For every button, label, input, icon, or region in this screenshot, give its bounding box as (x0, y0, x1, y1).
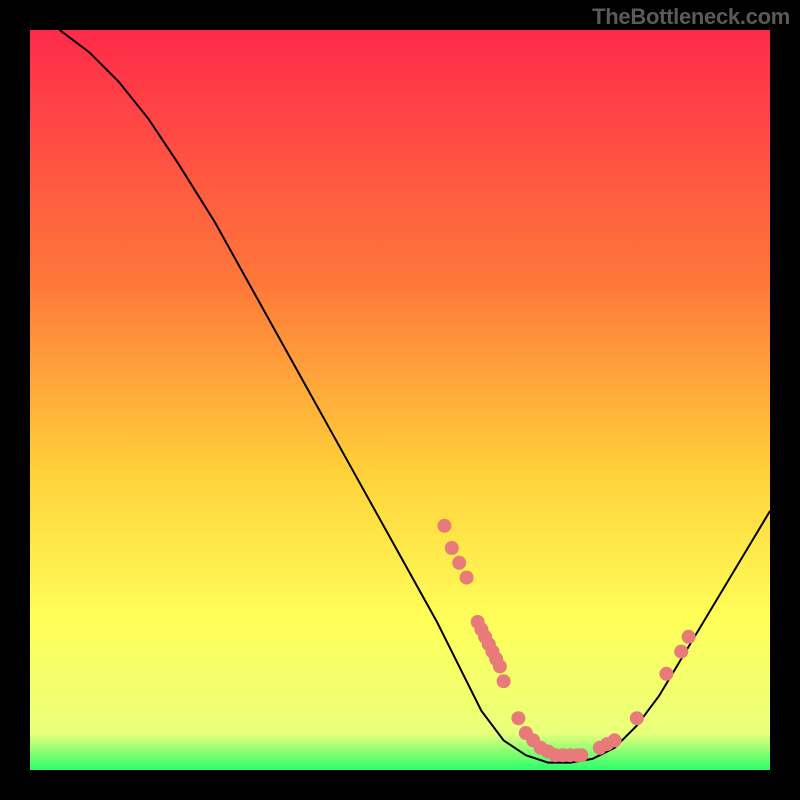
data-point (452, 556, 466, 570)
chart-svg (30, 30, 770, 770)
data-point (608, 733, 622, 747)
data-point (659, 667, 673, 681)
chart-background (30, 30, 770, 770)
data-point (511, 711, 525, 725)
data-point (574, 748, 588, 762)
data-point (682, 630, 696, 644)
data-point (445, 541, 459, 555)
watermark-text: TheBottleneck.com (592, 4, 790, 30)
data-point (460, 571, 474, 585)
data-point (493, 659, 507, 673)
data-point (497, 674, 511, 688)
data-point (630, 711, 644, 725)
chart-container (30, 30, 770, 770)
data-point (674, 645, 688, 659)
data-point (437, 519, 451, 533)
